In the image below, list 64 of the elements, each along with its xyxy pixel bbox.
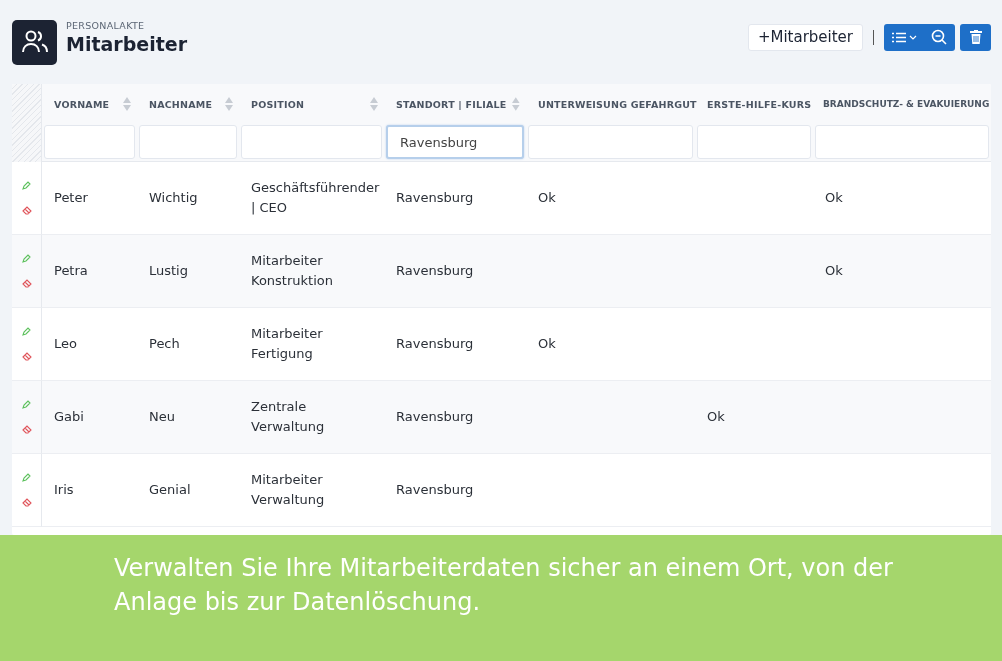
table-cell-text: Genial: [149, 481, 191, 499]
zoom-out-icon: [931, 29, 947, 45]
table-cell-text: Neu: [149, 408, 175, 426]
caption-text: Verwalten Sie Ihre Mitarbeiterdaten sicher an einem Ort, von der Anlage bis zur Datenlöschung.: [114, 553, 894, 618]
table-cell-text: Peter: [54, 189, 88, 207]
filter-field[interactable]: Ravensburg: [386, 125, 524, 159]
sort-icon[interactable]: [225, 97, 233, 111]
table-cell-text: Mitarbeiter Konstruktion: [251, 252, 334, 290]
edit-icon[interactable]: [22, 254, 31, 263]
trash-icon: [969, 30, 982, 44]
delete-button[interactable]: [960, 23, 991, 51]
table-cell-text: Ravensburg: [396, 481, 474, 499]
table-cell-text: Pech: [149, 335, 180, 353]
eraser-icon[interactable]: [21, 206, 32, 215]
table-cell-text: Geschäftsführender | CEO: [251, 179, 380, 217]
filter-field[interactable]: [241, 125, 382, 159]
zoom-out-button[interactable]: [931, 27, 947, 47]
table-cell-text: Mitarbeiter Fertigung: [251, 325, 324, 363]
column-header[interactable]: POSITION: [251, 98, 364, 110]
column-header[interactable]: ERSTE-HILFE-KURS: [707, 98, 812, 110]
section-label: PERSONALAKTE: [66, 20, 146, 31]
table-cell-text: Lustig: [149, 262, 188, 280]
table-cell-text: Ravensburg: [396, 262, 474, 280]
table-cell-text: Ok: [538, 335, 556, 353]
edit-icon[interactable]: [22, 473, 31, 482]
column-header[interactable]: VORNAME: [54, 98, 117, 110]
table-cell-text: Ok: [825, 262, 843, 280]
table-cell-text: Ok: [707, 408, 725, 426]
edit-icon[interactable]: [22, 400, 31, 409]
sort-icon[interactable]: [123, 97, 131, 111]
page-title: Mitarbeiter: [66, 33, 188, 55]
list-icon: [892, 31, 906, 43]
filter-field[interactable]: [139, 125, 237, 159]
eraser-icon[interactable]: [21, 352, 32, 361]
table-cell-text: Wichtig: [149, 189, 198, 207]
filter-field[interactable]: [697, 125, 811, 159]
eraser-icon[interactable]: [21, 279, 32, 288]
table-cell-text: Ok: [538, 189, 556, 207]
table-cell-text: Iris: [54, 481, 74, 499]
table-cell-text: Petra: [54, 262, 88, 280]
column-header[interactable]: STANDORT | FILIALE: [396, 98, 507, 110]
column-header[interactable]: NACHNAME: [149, 98, 219, 110]
add-employee-button[interactable]: +Mitarbeiter: [747, 23, 863, 51]
column-header[interactable]: BRANDSCHUTZ- & EVAKUIERUNG: [823, 99, 991, 109]
sort-icon[interactable]: [370, 97, 378, 111]
table-cell-text: Ok: [825, 189, 843, 207]
column-header[interactable]: UNTERWEISUNG GEFAHRGUT: [538, 98, 697, 110]
eraser-icon[interactable]: [21, 498, 32, 507]
people-icon: [12, 19, 57, 65]
table-cell-text: Leo: [54, 335, 77, 353]
table-cell-text: Mitarbeiter Verwaltung: [251, 471, 326, 509]
table-cell-text: Ravensburg: [396, 335, 474, 353]
filter-field[interactable]: [815, 125, 989, 159]
table-cell-text: Gabi: [54, 408, 84, 426]
filter-field[interactable]: [528, 125, 693, 159]
sort-icon[interactable]: [512, 97, 520, 111]
edit-icon[interactable]: [22, 327, 31, 336]
caret-icon: [909, 34, 917, 40]
eraser-icon[interactable]: [21, 425, 32, 434]
table-cell-text: Ravensburg: [396, 408, 474, 426]
edit-icon[interactable]: [22, 181, 31, 190]
table-cell-text: Ravensburg: [396, 189, 474, 207]
filter-field[interactable]: [44, 125, 135, 159]
table-cell-text: Zentrale Verwaltung: [251, 398, 326, 436]
